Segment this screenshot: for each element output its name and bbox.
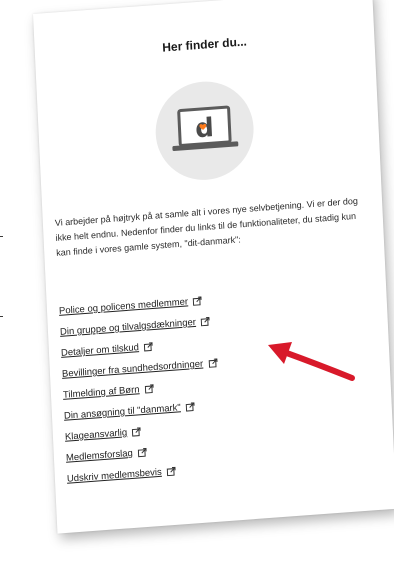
- external-link-icon: [200, 316, 210, 327]
- card-title: Her finder du...: [162, 34, 248, 55]
- edge-mark: [0, 316, 3, 317]
- info-card: Her finder du... d Vi arbejder på højtry…: [33, 0, 394, 534]
- link-label[interactable]: Medlemsforslag: [66, 448, 133, 464]
- external-link-icon: [144, 342, 153, 352]
- edge-mark: [0, 236, 3, 237]
- arrow-icon: [268, 342, 355, 381]
- link-label[interactable]: Tilmelding af Børn: [63, 384, 140, 401]
- hero-letter: d: [195, 113, 215, 144]
- external-link-icon: [132, 427, 142, 437]
- hero-illustration: d: [153, 78, 256, 184]
- laptop-icon: d: [172, 105, 239, 152]
- link-label[interactable]: Klageansvarlig: [65, 427, 128, 443]
- external-link-icon: [144, 384, 154, 394]
- external-link-icon: [137, 447, 147, 458]
- external-link-icon: [208, 358, 218, 368]
- external-link-icon: [193, 296, 202, 306]
- external-link-icon: [185, 402, 195, 412]
- intro-text: Vi arbejder på højtryk på at samle alt i…: [54, 195, 359, 258]
- external-link-icon: [166, 466, 176, 477]
- link-label[interactable]: Detaljer om tilskud: [61, 342, 139, 359]
- link-label[interactable]: Udskriv medlemsbevis: [67, 467, 162, 485]
